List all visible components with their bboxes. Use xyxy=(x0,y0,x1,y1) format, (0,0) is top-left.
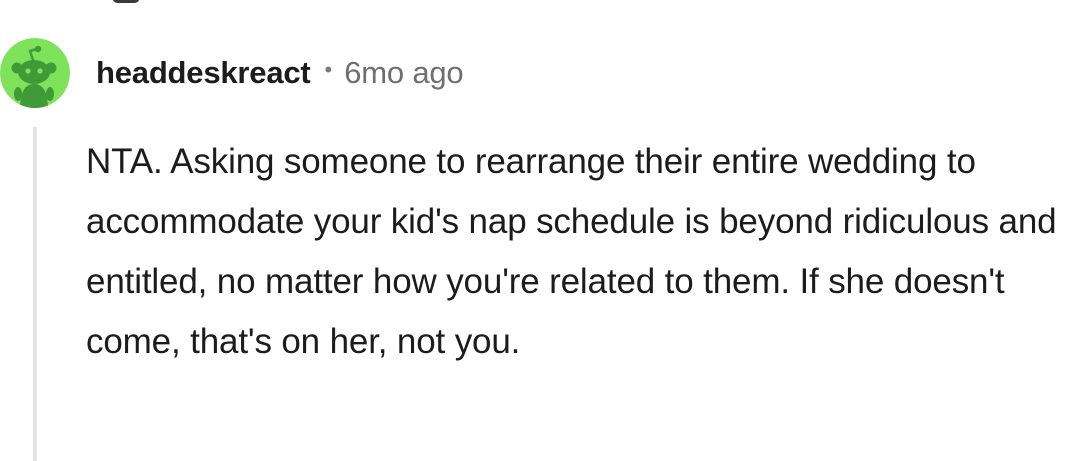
user-avatar[interactable] xyxy=(0,38,70,108)
thread-collapse-line[interactable] xyxy=(33,127,37,461)
comment-body: NTA. Asking someone to rearrange their e… xyxy=(86,142,1057,361)
meta-separator: • xyxy=(324,57,333,82)
snoo-avatar-icon xyxy=(0,38,70,108)
comment-author[interactable]: headdeskreact xyxy=(96,55,311,91)
comment-timestamp: 6mo ago xyxy=(344,55,464,90)
comment-meta: headdeskreact • 6mo ago xyxy=(96,51,464,95)
comment: headdeskreact • 6mo ago NTA. Asking some… xyxy=(0,0,1080,461)
